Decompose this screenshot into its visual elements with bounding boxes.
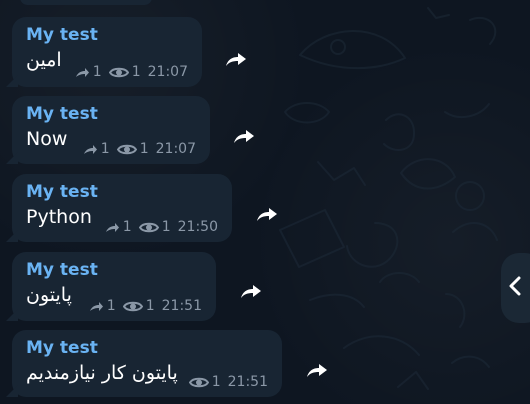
views-count-value: 1 — [139, 141, 149, 157]
forward-icon — [240, 282, 262, 300]
share-icon — [83, 143, 98, 156]
message-text: Now — [26, 128, 68, 150]
eye-icon — [188, 376, 209, 389]
forward-count-value: 1 — [92, 64, 102, 80]
share-icon — [89, 300, 104, 313]
message-text: پایتون کار نیازمندیم — [26, 362, 178, 384]
forward-button[interactable] — [302, 355, 332, 385]
message-text: Python — [26, 206, 92, 228]
forward-count-value: 1 — [122, 219, 132, 235]
message-sender: My test — [26, 25, 98, 45]
message-text: امين — [26, 49, 62, 71]
message-sender: My test — [26, 338, 98, 358]
forward-count: 1 — [83, 142, 110, 156]
forward-icon — [256, 205, 278, 223]
forward-count: 1 — [89, 299, 116, 313]
forward-count: 1 — [105, 220, 132, 234]
message-text: پایتون — [26, 284, 72, 306]
message-4[interactable]: My test پایتون 1 1 21:51 — [6, 252, 216, 321]
message-sender: My test — [26, 104, 98, 124]
message-meta: 1 1 21:51 — [89, 299, 202, 313]
views-count: 1 — [108, 64, 141, 80]
views-count-value: 1 — [131, 64, 141, 80]
forward-icon — [225, 50, 247, 68]
message-meta: 1 1 21:07 — [75, 65, 188, 79]
forward-count: 1 — [75, 65, 102, 79]
message-time: 21:50 — [177, 219, 218, 235]
message-2[interactable]: My test Now 1 1 21:07 — [6, 96, 210, 164]
message-time: 21:51 — [227, 374, 268, 390]
chevron-left-icon — [507, 276, 523, 300]
right-panel-toggle[interactable] — [501, 253, 530, 323]
views-count: 1 — [138, 219, 171, 235]
message-time: 21:07 — [155, 141, 196, 157]
forward-button[interactable] — [236, 276, 266, 306]
message-3[interactable]: My test Python 1 1 21:50 — [6, 174, 232, 242]
forward-button[interactable] — [252, 199, 282, 229]
forward-count-value: 1 — [100, 141, 110, 157]
share-icon — [75, 66, 90, 79]
forward-button[interactable] — [221, 44, 251, 74]
previous-message-bubble — [20, 0, 152, 5]
views-count-value: 1 — [145, 298, 155, 314]
eye-icon — [108, 66, 129, 79]
message-sender: My test — [26, 260, 98, 280]
message-time: 21:07 — [147, 64, 188, 80]
message-sender: My test — [26, 182, 98, 202]
eye-icon — [122, 300, 143, 313]
forward-icon — [233, 127, 255, 145]
message-1[interactable]: My test امين 1 1 21:07 — [6, 17, 202, 87]
views-count-value: 1 — [161, 219, 171, 235]
eye-icon — [138, 221, 159, 234]
message-5[interactable]: My test پایتون کار نیازمندیم 1 21:51 — [6, 330, 282, 397]
views-count: 1 — [188, 374, 221, 390]
message-meta: 1 1 21:07 — [83, 142, 196, 156]
forward-icon — [306, 361, 328, 379]
forward-button[interactable] — [229, 121, 259, 151]
views-count: 1 — [122, 298, 155, 314]
message-meta: 1 21:51 — [188, 374, 268, 390]
eye-icon — [116, 143, 137, 156]
forward-count-value: 1 — [106, 298, 116, 314]
views-count: 1 — [116, 141, 149, 157]
message-time: 21:51 — [161, 298, 202, 314]
message-meta: 1 1 21:50 — [105, 220, 218, 234]
share-icon — [105, 221, 120, 234]
views-count-value: 1 — [211, 374, 221, 390]
